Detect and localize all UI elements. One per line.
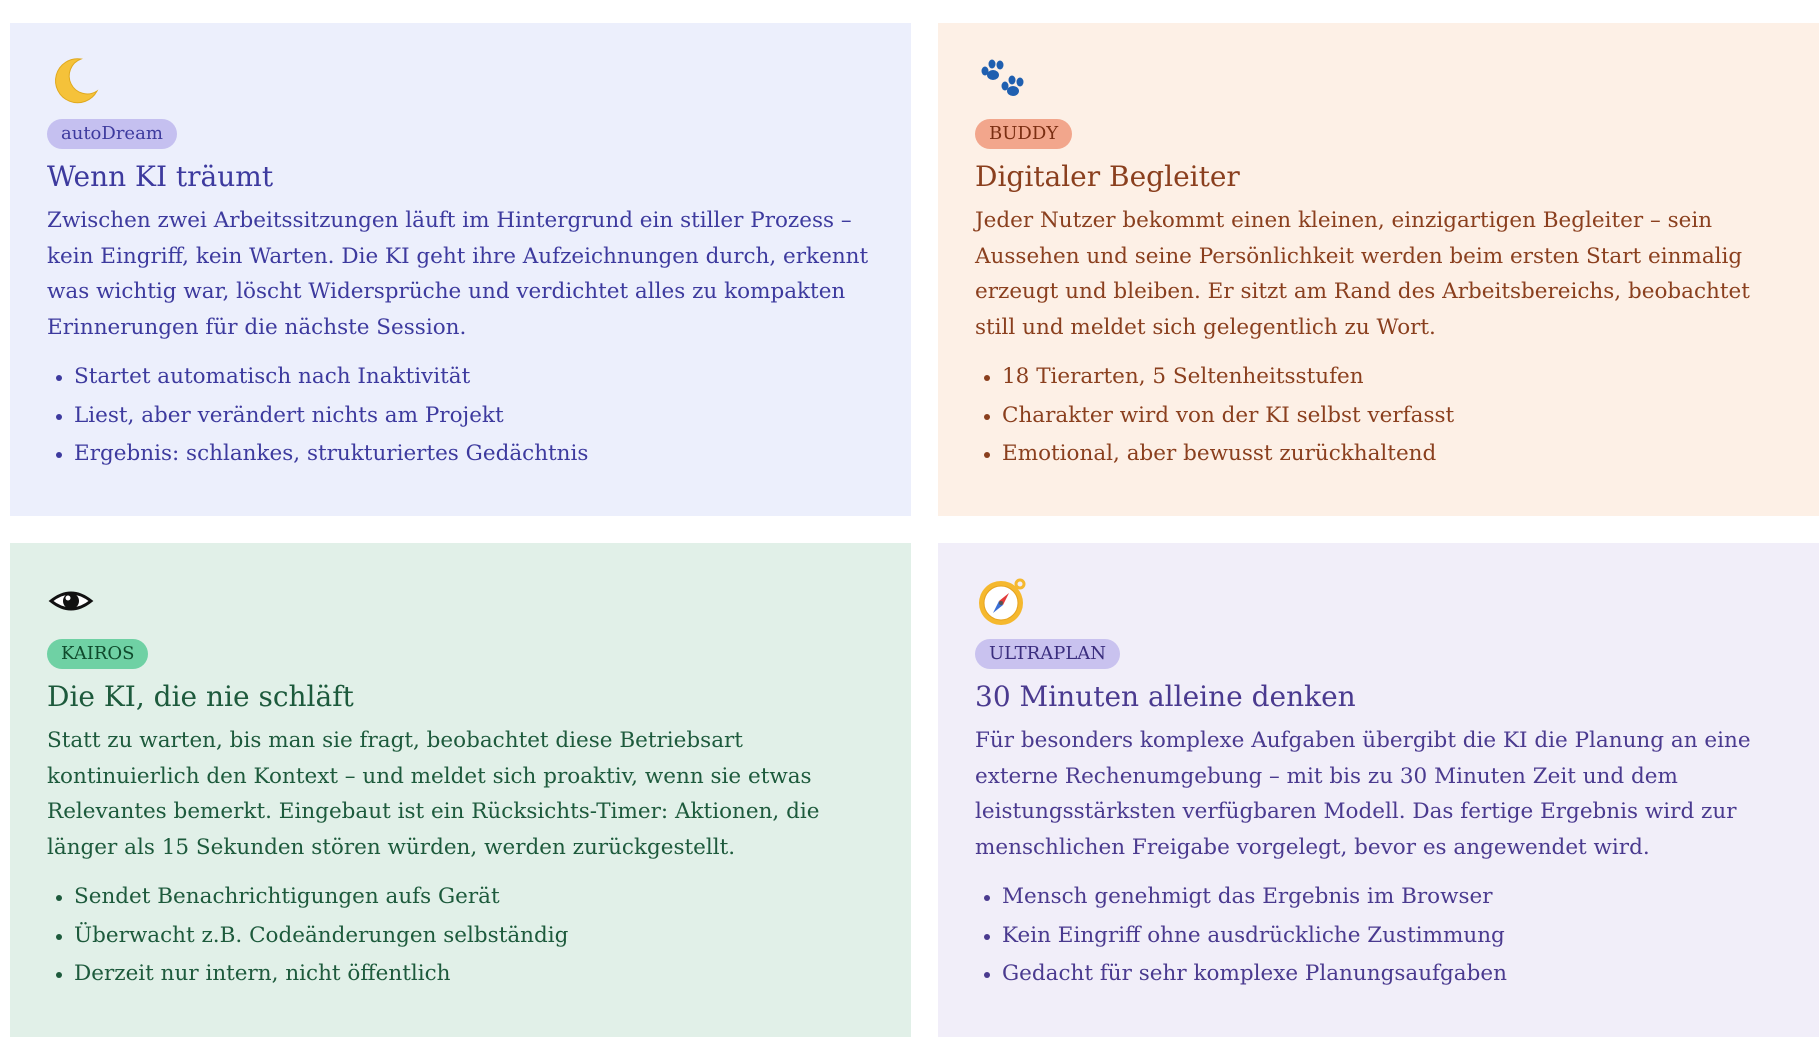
card-title: Wenn KI träumt xyxy=(47,160,274,193)
feature-card-ultraplan: ULTRAPLAN 30 Minuten alleine denken Für … xyxy=(938,543,1819,1037)
feature-card-kairos: KAIROS Die KI, die nie schläft Statt zu … xyxy=(10,543,911,1037)
card-description: Statt zu warten, bis man sie fragt, beob… xyxy=(47,728,820,860)
list-item: Emotional, aber bewusst zurückhaltend xyxy=(975,435,1782,474)
card-title: Digitaler Begleiter xyxy=(975,160,1240,193)
list-item: Überwacht z.B. Codeänderungen selbständi… xyxy=(47,917,874,956)
list-item: Gedacht für sehr komplexe Planungsaufgab… xyxy=(975,955,1782,994)
list-item: Liest, aber verändert nichts am Projekt xyxy=(47,397,874,436)
list-item: Kein Eingriff ohne ausdrückliche Zustimm… xyxy=(975,917,1782,956)
card-title: Die KI, die nie schläft xyxy=(47,680,354,713)
list-item: Ergebnis: schlankes, strukturiertes Gedä… xyxy=(47,435,874,474)
list-item: Derzeit nur intern, nicht öffentlich xyxy=(47,955,874,994)
feature-card-autodream: autoDream Wenn KI träumt Zwischen zwei A… xyxy=(10,23,911,516)
card-description: Jeder Nutzer bekommt einen kleinen, einz… xyxy=(975,208,1750,340)
eye-icon xyxy=(47,573,103,629)
feature-list: 18 Tierarten, 5 Seltenheitsstufen Charak… xyxy=(975,358,1782,474)
feature-list: Mensch genehmigt das Ergebnis im Browser… xyxy=(975,878,1782,994)
list-item: 18 Tierarten, 5 Seltenheitsstufen xyxy=(975,358,1782,397)
list-item: Mensch genehmigt das Ergebnis im Browser xyxy=(975,878,1782,917)
badge-kairos: KAIROS xyxy=(47,639,149,669)
crescent-moon-icon xyxy=(47,53,103,109)
card-title: 30 Minuten alleine denken xyxy=(975,680,1356,713)
list-item: Charakter wird von der KI selbst verfass… xyxy=(975,397,1782,436)
badge-buddy: BUDDY xyxy=(975,119,1073,149)
card-description: Zwischen zwei Arbeitssitzungen läuft im … xyxy=(47,208,869,340)
badge-ultraplan: ULTRAPLAN xyxy=(975,639,1121,669)
feature-list: Startet automatisch nach Inaktivität Lie… xyxy=(47,358,874,474)
feature-list: Sendet Benachrichtigungen aufs Gerät Übe… xyxy=(47,878,874,994)
paw-prints-icon xyxy=(975,53,1031,109)
list-item: Sendet Benachrichtigungen aufs Gerät xyxy=(47,878,874,917)
list-item: Startet automatisch nach Inaktivität xyxy=(47,358,874,397)
compass-icon xyxy=(975,573,1031,629)
badge-autodream: autoDream xyxy=(47,119,177,149)
feature-card-buddy: BUDDY Digitaler Begleiter Jeder Nutzer b… xyxy=(938,23,1819,516)
card-description: Für besonders komplexe Aufgaben übergibt… xyxy=(975,728,1751,860)
